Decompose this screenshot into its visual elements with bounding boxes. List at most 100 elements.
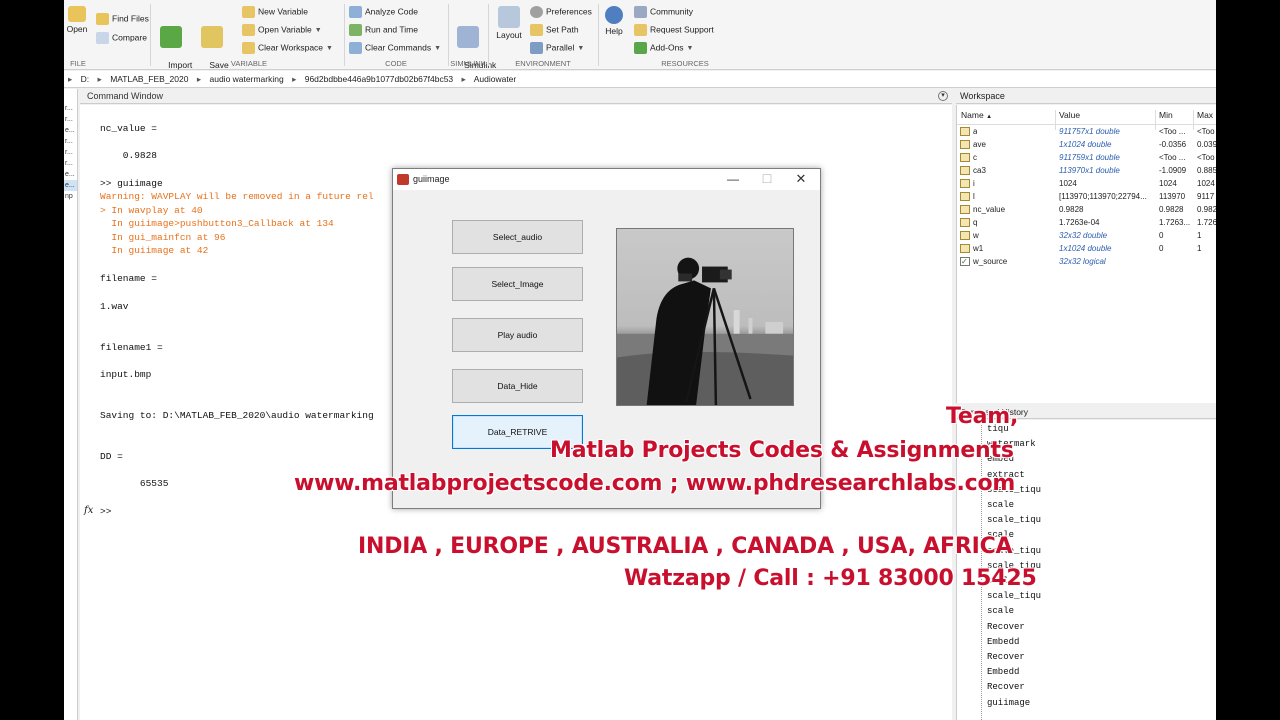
request-support-button[interactable]: Request Support (634, 24, 714, 36)
variable-value: 1x1024 double (1059, 244, 1112, 253)
workspace-title: Workspace (956, 89, 1216, 104)
column-name[interactable]: Name ▲ (961, 110, 992, 120)
gear-icon (530, 6, 543, 18)
workspace-row[interactable]: a 911757x1 double <Too ... <Too (957, 125, 1216, 138)
address-segment[interactable]: MATLAB_FEB_2020 (110, 74, 188, 84)
variable-value: 911757x1 double (1059, 127, 1120, 136)
error-stack-link[interactable]: In guiimage>pushbutton3_Callback at 134 (100, 218, 333, 229)
history-item[interactable]: Embedd (987, 667, 1019, 677)
history-item[interactable]: Recover (987, 682, 1025, 692)
history-item[interactable]: scale_tiqu (987, 591, 1041, 601)
variable-max: 0.885 (1197, 166, 1216, 175)
file-item[interactable]: r... (64, 136, 77, 147)
analyze-code-button[interactable]: Analyze Code (349, 6, 418, 18)
variable-min: 0 (1159, 244, 1164, 253)
file-item[interactable]: r... (64, 147, 77, 158)
workspace-row[interactable]: ave 1x1024 double -0.0356 0.039 (957, 138, 1216, 151)
close-icon[interactable]: ✕ (791, 171, 811, 187)
matlab-window: Open Find Files Compare FILE Import Data… (64, 0, 1216, 720)
help-button[interactable]: Help (602, 6, 626, 36)
history-item[interactable]: Recover (987, 622, 1025, 632)
address-segment[interactable]: 96d2bdbbe446a9b1077db02b67f4bc53 (305, 74, 453, 84)
history-item[interactable]: Recover (987, 652, 1025, 662)
file-item[interactable]: e... (64, 180, 77, 191)
error-stack-link[interactable]: In gui_mainfcn at 96 (100, 232, 225, 243)
run-and-time-button[interactable]: Run and Time (349, 24, 418, 36)
workspace-row[interactable]: l [113970;113970;22794... 113970 9117 (957, 190, 1216, 203)
history-item[interactable]: scale_tiqu (987, 515, 1041, 525)
workspace-row[interactable]: ca3 113970x1 double -1.0909 0.885 (957, 164, 1216, 177)
simulink-icon (457, 26, 479, 48)
variable-max: <Too (1197, 153, 1215, 162)
select-image-button[interactable]: Select_Image (452, 267, 583, 301)
community-button[interactable]: Community (634, 6, 693, 18)
file-item[interactable]: e... (64, 125, 77, 136)
data-hide-button[interactable]: Data_Hide (452, 369, 583, 403)
dialog-titlebar[interactable]: guiimage — ☐ ✕ (393, 169, 820, 190)
command-window-title: Command Window ▾ (80, 89, 952, 104)
clear-commands-button[interactable]: Clear Commands ▼ (349, 42, 441, 54)
add-ons-button[interactable]: Add-Ons ▼ (634, 42, 693, 54)
help-icon (605, 6, 623, 24)
file-item[interactable]: e... (64, 169, 77, 180)
error-stack-link[interactable]: > In wavplay at 40 (100, 205, 203, 216)
address-segment[interactable]: D: (81, 74, 90, 84)
workspace-row[interactable]: i 1024 1024 1024 (957, 177, 1216, 190)
play-audio-button[interactable]: Play audio (452, 318, 583, 352)
column-value[interactable]: Value (1059, 110, 1080, 120)
maximize-icon[interactable]: ☐ (757, 172, 777, 186)
workspace-row[interactable]: nc_value 0.9828 0.9828 0.982 (957, 203, 1216, 216)
add-ons-icon (634, 42, 647, 54)
workspace-row[interactable]: ✓ w_source 32x32 logical (957, 255, 1216, 268)
history-item[interactable]: scale (987, 606, 1014, 616)
variable-name: q (973, 218, 978, 227)
command-output-line: 65535 (100, 478, 169, 489)
select-audio-button[interactable]: Select_audio (452, 220, 583, 254)
minimize-icon[interactable]: — (723, 172, 743, 186)
command-prompt[interactable]: >> (100, 506, 111, 517)
address-segment[interactable]: Audiowater (474, 74, 517, 84)
address-segment[interactable]: audio watermarking (210, 74, 284, 84)
layout-button[interactable]: Layout (492, 6, 526, 40)
set-path-button[interactable]: Set Path (530, 24, 579, 36)
file-item[interactable]: np (64, 191, 77, 202)
workspace-row[interactable]: q 1.7263e-04 1.7263... 1.726 (957, 216, 1216, 229)
address-bar[interactable]: ▸ D: ▸ MATLAB_FEB_2020 ▸ audio watermark… (64, 71, 1216, 88)
variable-name: c (973, 153, 977, 162)
preferences-button[interactable]: Preferences (530, 6, 592, 18)
request-support-icon (634, 24, 647, 36)
parallel-button[interactable]: Parallel ▼ (530, 42, 584, 54)
chevron-down-icon: ▼ (686, 45, 694, 53)
find-files-button[interactable]: Find Files (96, 13, 149, 25)
variable-max: 1 (1197, 244, 1202, 253)
file-item[interactable]: r... (64, 114, 77, 125)
variable-value: 1x1024 double (1059, 140, 1112, 149)
workspace-panel[interactable]: Name ▲ Value Min Max a 911757x1 double <To… (956, 105, 1216, 403)
variable-max: 1024 (1197, 179, 1215, 188)
clear-workspace-button[interactable]: Clear Workspace ▼ (242, 42, 333, 54)
new-variable-button[interactable]: New Variable (242, 6, 308, 18)
file-item[interactable]: r... (64, 158, 77, 169)
history-item[interactable]: Embedd (987, 637, 1019, 647)
column-min[interactable]: Min (1159, 110, 1173, 120)
left-letterbox (0, 0, 64, 720)
workspace-row[interactable]: c 911759x1 double <Too ... <Too (957, 151, 1216, 164)
workspace-row[interactable]: w 32x32 double 0 1 (957, 229, 1216, 242)
parallel-icon (530, 42, 543, 54)
history-item[interactable]: scale (987, 500, 1014, 510)
current-folder-panel[interactable]: r... r... e... r... r... r... e... e... … (64, 89, 78, 720)
history-item[interactable]: guiimage (987, 698, 1030, 708)
file-item[interactable]: r... (64, 103, 77, 114)
open-button[interactable]: Open (66, 6, 88, 34)
chevron-right-icon: ▸ (292, 74, 297, 84)
command-output-line: Saving to: D:\MATLAB_FEB_2020\audio wate… (100, 410, 374, 421)
open-variable-button[interactable]: Open Variable ▼ (242, 24, 322, 36)
column-max[interactable]: Max (1197, 110, 1213, 120)
variable-min: 1024 (1159, 179, 1177, 188)
panel-menu-icon[interactable]: ▾ (938, 91, 948, 101)
error-stack-link[interactable]: In guiimage at 42 (100, 245, 208, 256)
compare-button[interactable]: Compare (96, 32, 147, 44)
function-browser-icon[interactable]: fx (84, 505, 93, 516)
workspace-row[interactable]: w1 1x1024 double 0 1 (957, 242, 1216, 255)
chevron-down-icon: ▼ (314, 27, 322, 35)
